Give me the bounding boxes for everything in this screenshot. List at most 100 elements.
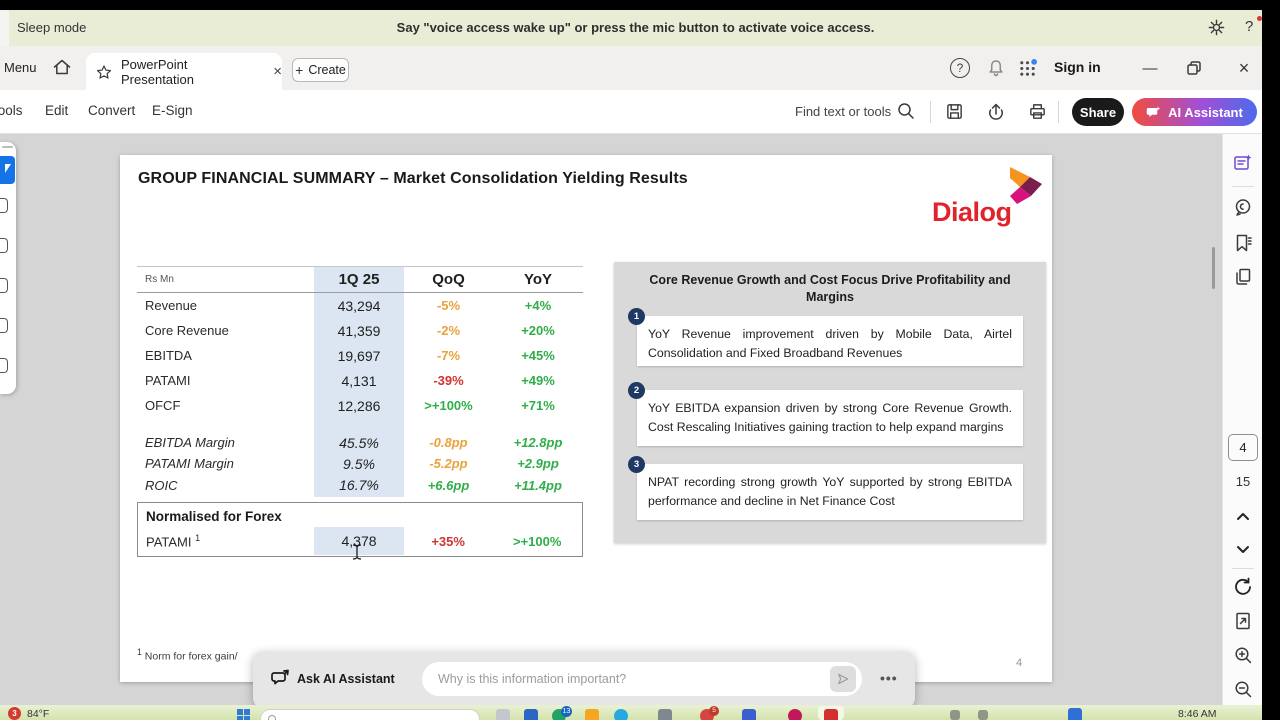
menu-edit[interactable]: Edit xyxy=(45,103,68,118)
menu-convert[interactable]: Convert xyxy=(88,103,135,118)
row-label: OFCF xyxy=(137,398,314,413)
close-window-button[interactable]: × xyxy=(1232,58,1256,78)
pages-copy-icon[interactable] xyxy=(1228,262,1258,292)
row-yoy: +49% xyxy=(493,373,583,388)
tool-icon[interactable] xyxy=(0,318,8,333)
document-tab[interactable]: PowerPoint Presentation × xyxy=(86,53,282,90)
taskbar-clock[interactable]: 8:46 AM xyxy=(1178,708,1217,720)
col-header-1q25: 1Q 25 xyxy=(314,271,404,288)
taskbar-app-icon[interactable] xyxy=(824,709,838,720)
dialog-logo: Dialog xyxy=(932,165,1044,233)
help-icon[interactable]: ? xyxy=(950,58,970,78)
table-row: Core Revenue 41,359 -2% +20% xyxy=(137,318,583,343)
voice-settings-gear-icon[interactable] xyxy=(1207,18,1226,37)
table-row: EBITDA 19,697 -7% +45% xyxy=(137,343,583,368)
row-qoq: -5% xyxy=(404,298,493,313)
table-row-margin: EBITDA Margin 45.5% -0.8pp +12.8pp xyxy=(137,432,583,453)
row-value: 19,697 xyxy=(314,348,404,364)
row-qoq: -7% xyxy=(404,348,493,363)
financial-table: Rs Mn 1Q 25 QoQ YoY Revenue 43,294 -5% +… xyxy=(137,266,583,557)
row-value: 41,359 xyxy=(314,323,404,339)
panel-item-text: YoY EBITDA expansion driven by strong Co… xyxy=(637,390,1023,446)
panel-drag-handle[interactable] xyxy=(2,146,13,148)
taskbar-search-input[interactable] xyxy=(260,709,480,720)
row-label: ROIC xyxy=(137,478,314,493)
row-label: EBITDA xyxy=(137,348,314,363)
taskbar-tray-icon[interactable] xyxy=(978,710,988,720)
taskbar-tray-icon[interactable] xyxy=(1068,708,1082,720)
taskbar-app-icon[interactable] xyxy=(788,709,802,720)
ai-summary-icon[interactable] xyxy=(1228,148,1258,178)
ask-ai-assistant-bar: Ask AI Assistant ••• xyxy=(253,652,915,708)
share-button[interactable]: Share xyxy=(1072,98,1124,126)
row-value: 12,286 xyxy=(314,398,404,414)
row-yoy: +45% xyxy=(493,348,583,363)
current-page-input[interactable]: 4 xyxy=(1228,434,1258,461)
tab-close-icon[interactable]: × xyxy=(273,63,282,80)
selection-arrow-icon xyxy=(5,164,11,173)
zoom-in-icon[interactable] xyxy=(1228,640,1258,670)
tool-icon[interactable] xyxy=(0,278,8,293)
row-value: 9.5% xyxy=(314,456,404,472)
tab-title: PowerPoint Presentation xyxy=(121,57,261,87)
upload-share-icon[interactable] xyxy=(986,101,1006,121)
fit-page-icon[interactable] xyxy=(1228,606,1258,636)
tool-icon[interactable] xyxy=(0,198,8,213)
taskbar-app-icon[interactable] xyxy=(614,709,628,720)
rail-divider xyxy=(1232,568,1254,569)
find-text-label[interactable]: Find text or tools xyxy=(795,104,891,119)
voice-help-icon[interactable]: ? xyxy=(1245,18,1253,35)
row-yoy: +2.9pp xyxy=(493,456,583,471)
col-header-qoq: QoQ xyxy=(404,271,493,288)
ai-question-input[interactable] xyxy=(422,662,862,696)
dialog-logo-text: Dialog xyxy=(932,197,1012,228)
menu-button[interactable]: Menu xyxy=(4,60,37,75)
apps-grid-icon[interactable] xyxy=(1018,59,1037,78)
tool-icon[interactable] xyxy=(0,238,8,253)
taskbar-badge: 5 xyxy=(709,706,719,716)
normalised-title: Normalised for Forex xyxy=(138,503,582,526)
send-button[interactable] xyxy=(830,666,856,692)
taskbar-app-icon[interactable] xyxy=(585,709,599,720)
tool-icon[interactable] xyxy=(0,358,8,373)
home-icon[interactable] xyxy=(52,57,72,77)
taskbar-tray-icon[interactable] xyxy=(950,710,960,720)
taskbar-app-icon[interactable] xyxy=(524,709,538,720)
more-options-icon[interactable]: ••• xyxy=(880,670,898,686)
windows-start-icon[interactable] xyxy=(237,709,250,720)
menu-tools[interactable]: Tools xyxy=(0,103,23,118)
plus-icon: + xyxy=(295,62,303,78)
favorite-star-icon[interactable] xyxy=(96,64,112,80)
menu-esign[interactable]: E-Sign xyxy=(152,103,193,118)
taskbar-app-icon[interactable] xyxy=(742,709,756,720)
window-edge xyxy=(0,10,9,46)
minimize-button[interactable]: — xyxy=(1138,58,1162,78)
search-icon[interactable] xyxy=(896,101,916,121)
row-yoy: >+100% xyxy=(492,534,582,549)
notifications-bell-icon[interactable] xyxy=(986,58,1006,78)
previous-page-chevron-up-icon[interactable] xyxy=(1228,502,1258,532)
sign-in-button[interactable]: Sign in xyxy=(1054,59,1101,75)
panel-item-number: 3 xyxy=(628,456,645,473)
taskbar-app-icon[interactable] xyxy=(496,709,510,720)
zoom-out-icon[interactable] xyxy=(1228,674,1258,704)
next-page-chevron-down-icon[interactable] xyxy=(1228,534,1258,564)
print-icon[interactable] xyxy=(1028,102,1047,121)
bookmarks-icon[interactable] xyxy=(1228,228,1258,258)
create-button[interactable]: + Create xyxy=(292,58,349,82)
save-icon[interactable] xyxy=(945,102,964,121)
row-label: PATAMI xyxy=(137,373,314,388)
comments-icon[interactable] xyxy=(1228,192,1258,222)
right-tool-rail: 4 15 xyxy=(1222,134,1262,705)
restore-button[interactable] xyxy=(1186,60,1202,76)
weather-widget[interactable]: 84°F xyxy=(27,708,49,720)
ai-assistant-button[interactable]: AI Assistant xyxy=(1132,98,1257,126)
vertical-scrollbar-thumb[interactable] xyxy=(1212,247,1215,289)
row-label: EBITDA Margin xyxy=(137,435,314,450)
letterbox-top xyxy=(0,0,1280,10)
table-row: Revenue 43,294 -5% +4% xyxy=(137,293,583,318)
rotate-page-icon[interactable] xyxy=(1228,572,1258,602)
panel-item-number: 2 xyxy=(628,382,645,399)
taskbar-app-icon[interactable] xyxy=(658,709,672,720)
tool-select-active[interactable] xyxy=(0,156,15,184)
